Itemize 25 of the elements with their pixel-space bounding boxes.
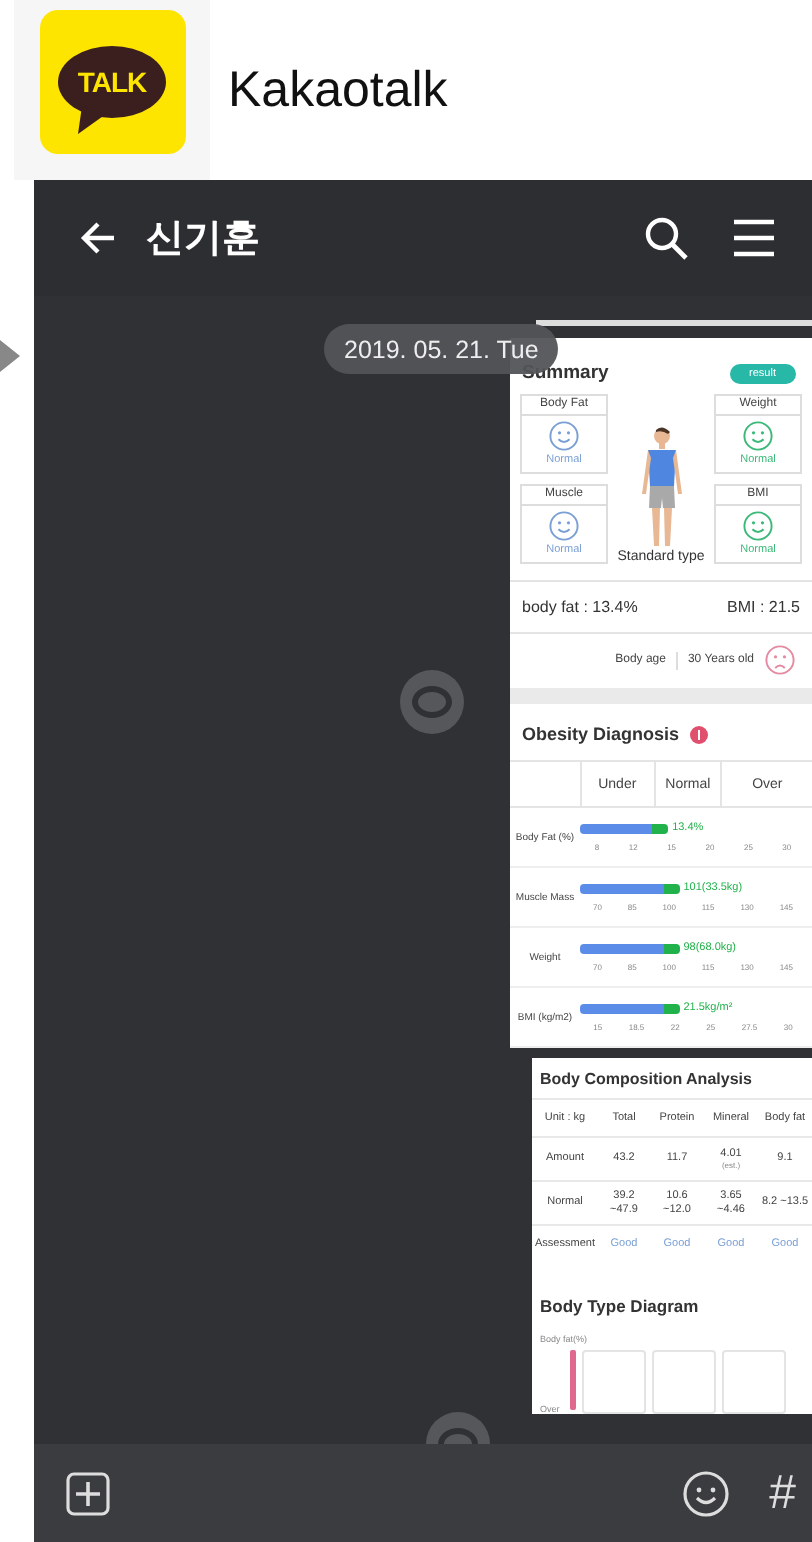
smiley-icon [742, 510, 774, 542]
frown-icon [764, 644, 796, 676]
alert-icon [689, 725, 708, 743]
speech-bubble-icon [58, 46, 166, 134]
section-title: Obesity Diagnosis [522, 724, 680, 744]
add-icon[interactable] [66, 1471, 110, 1515]
diagram-cell [652, 1349, 716, 1413]
body-fat-value: body fat : 13.4% [522, 598, 638, 616]
smiley-icon [742, 420, 774, 452]
section-title: Body Type Diagram [538, 1293, 701, 1320]
app-name: Kakaotalk [228, 61, 448, 119]
back-arrow-icon[interactable] [78, 218, 118, 258]
smiley-icon [548, 510, 580, 542]
diagram-cell [582, 1349, 646, 1413]
logo-text: TALK [75, 64, 149, 100]
smiley-icon [548, 420, 580, 452]
hashtag-button[interactable]: # [769, 1465, 796, 1521]
bmi-value: BMI : 21.5 [727, 598, 800, 616]
emoji-icon[interactable] [681, 1469, 730, 1517]
section-title: Body Composition Analysis [538, 1068, 754, 1092]
search-icon[interactable] [644, 216, 688, 260]
menu-icon[interactable] [732, 218, 776, 258]
chat-title: 신기훈 [146, 214, 262, 264]
level-bar [570, 1349, 576, 1409]
diagram-cell [722, 1349, 786, 1413]
